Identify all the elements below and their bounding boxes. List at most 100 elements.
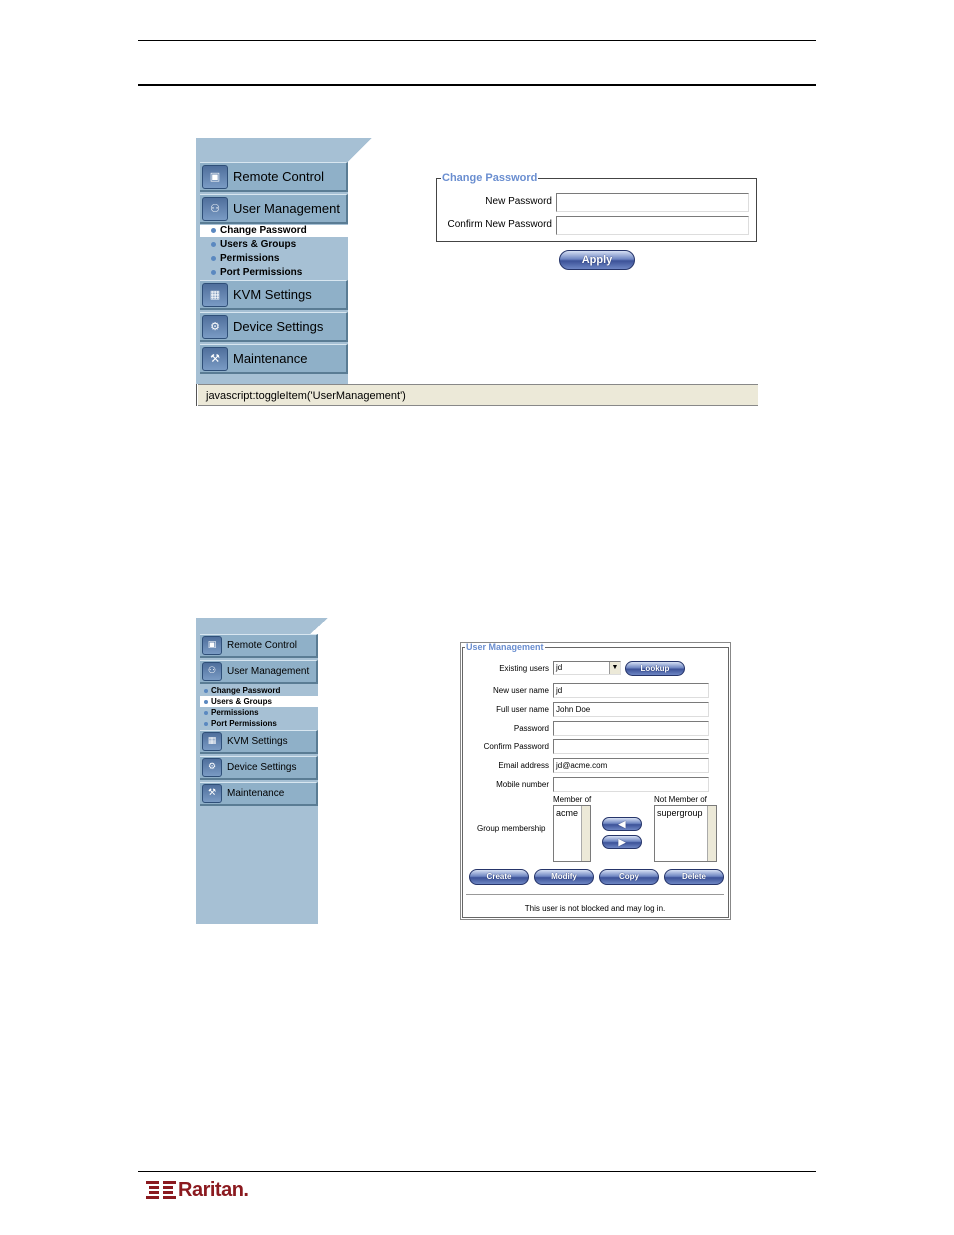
confirm-password-label: Confirm New Password xyxy=(447,219,552,230)
full-user-name-row: Full user name John Doe xyxy=(464,702,726,718)
new-password-row: New Password xyxy=(440,193,750,213)
existing-users-label: Existing users xyxy=(499,664,549,673)
submenu-change-password[interactable]: Change Password xyxy=(204,685,280,696)
screenshot-user-management: ▣ Remote Control ⚇ User Management Chang… xyxy=(196,618,732,924)
submenu-label: Change Password xyxy=(211,686,281,695)
keyboard-icon: ▦ xyxy=(202,282,228,307)
lookup-button[interactable]: Lookup xyxy=(625,661,685,676)
footer-rule xyxy=(138,1171,816,1172)
raritan-logo-text: Raritan. xyxy=(178,1178,249,1201)
copy-button[interactable]: Copy xyxy=(599,869,659,885)
sidebar-header xyxy=(196,618,310,634)
email-row: Email address jd@acme.com xyxy=(464,758,726,774)
submenu-port-permissions[interactable]: Port Permissions xyxy=(204,718,277,729)
submenu-label: Users & Groups xyxy=(220,239,297,250)
menu-kvm-settings[interactable]: ▦ KVM Settings xyxy=(200,280,348,310)
member-of-list[interactable]: acme xyxy=(553,805,591,862)
menu-remote-control[interactable]: ▣ Remote Control xyxy=(200,162,348,192)
chevron-down-icon[interactable]: ▼ xyxy=(609,662,620,674)
menu-user-management[interactable]: ⚇ User Management xyxy=(200,194,348,224)
menu-kvm-settings[interactable]: ▦ KVM Settings xyxy=(200,730,318,754)
submenu-users-groups[interactable]: Users & Groups xyxy=(211,238,296,251)
list-item[interactable]: supergroup xyxy=(657,808,714,818)
users-icon: ⚇ xyxy=(202,196,228,221)
create-button[interactable]: Create xyxy=(469,869,529,885)
email-input[interactable]: jd@acme.com xyxy=(553,758,709,773)
bullet-icon xyxy=(211,227,216,233)
sidebar-header-notch xyxy=(310,618,328,634)
submenu-port-permissions[interactable]: Port Permissions xyxy=(211,266,302,279)
submenu-label: Change Password xyxy=(220,225,307,236)
monitor-icon: ▣ xyxy=(202,636,222,655)
scrollbar[interactable] xyxy=(707,806,716,861)
user-status-note: This user is not blocked and may log in. xyxy=(524,904,666,913)
screenshot-change-password: ▣ Remote Control ⚇ User Management Chang… xyxy=(196,138,758,406)
menu-label: Maintenance xyxy=(233,351,308,366)
submenu-label: Permissions xyxy=(220,253,280,264)
user-management-legend: User Management xyxy=(466,642,544,652)
submenu-label: Port Permissions xyxy=(211,719,277,728)
submenu-permissions[interactable]: Permissions xyxy=(204,707,259,718)
monitor-icon: ▣ xyxy=(202,164,228,189)
bullet-icon xyxy=(211,269,216,275)
arrow-right-icon: ▶ xyxy=(618,837,626,847)
confirm-password-row: Confirm Password xyxy=(464,739,726,755)
password-row: Password xyxy=(464,721,726,737)
full-user-name-input[interactable]: John Doe xyxy=(553,702,709,717)
menu-user-management[interactable]: ⚇ User Management xyxy=(200,660,318,684)
header-rule-thin xyxy=(138,40,816,41)
new-user-name-label: New user name xyxy=(492,686,549,695)
submenu-permissions[interactable]: Permissions xyxy=(211,252,279,265)
submenu-users-groups[interactable]: Users & Groups xyxy=(204,696,272,707)
apply-button[interactable]: Apply xyxy=(559,250,635,270)
arrow-left-icon: ◀ xyxy=(618,819,626,829)
existing-users-select[interactable]: jd ▼ xyxy=(553,661,621,675)
full-user-name-label: Full user name xyxy=(496,705,549,714)
menu-device-settings[interactable]: ⚙ Device Settings xyxy=(200,312,348,342)
new-password-input[interactable] xyxy=(556,193,749,212)
bullet-icon xyxy=(204,710,208,715)
gears-icon: ⚙ xyxy=(202,758,222,777)
confirm-password-row: Confirm New Password xyxy=(440,216,750,236)
menu-maintenance[interactable]: ⚒ Maintenance xyxy=(200,344,348,374)
bullet-icon xyxy=(211,255,216,261)
users-icon: ⚇ xyxy=(202,662,222,681)
existing-users-row: Existing users jd ▼ Lookup xyxy=(464,661,726,677)
menu-label: Maintenance xyxy=(227,788,285,799)
submenu-label: Port Permissions xyxy=(220,267,303,278)
keyboard-icon: ▦ xyxy=(202,732,222,751)
password-label: Password xyxy=(513,724,549,733)
confirm-password-input[interactable] xyxy=(556,216,749,235)
bullet-icon xyxy=(204,721,208,726)
status-divider xyxy=(466,894,724,895)
menu-device-settings[interactable]: ⚙ Device Settings xyxy=(200,756,318,780)
modify-button[interactable]: Modify xyxy=(534,869,594,885)
menu-label: Device Settings xyxy=(227,762,297,773)
wrench-icon: ⚒ xyxy=(202,784,222,803)
mobile-input[interactable] xyxy=(553,777,709,792)
confirm-password-input[interactable] xyxy=(553,739,709,754)
not-member-of-list[interactable]: supergroup xyxy=(654,805,717,862)
submenu-label: Users & Groups xyxy=(211,697,272,706)
menu-label: Remote Control xyxy=(233,169,325,184)
submenu-change-password[interactable]: Change Password xyxy=(211,225,307,237)
raritan-logo-icon xyxy=(146,1180,176,1200)
mobile-row: Mobile number xyxy=(464,777,726,793)
browser-status-bar: javascript:toggleItem('UserManagement') xyxy=(198,384,758,406)
delete-button[interactable]: Delete xyxy=(664,869,724,885)
bullet-icon xyxy=(204,688,208,693)
gears-icon: ⚙ xyxy=(202,314,228,339)
scrollbar[interactable] xyxy=(581,806,590,861)
new-user-name-input[interactable]: jd xyxy=(553,683,709,698)
existing-users-value: jd xyxy=(556,663,563,672)
menu-label: KVM Settings xyxy=(233,287,312,302)
mobile-label: Mobile number xyxy=(496,780,549,789)
change-password-legend: Change Password xyxy=(442,172,538,184)
password-input[interactable] xyxy=(553,721,709,736)
new-user-name-row: New user name jd xyxy=(464,683,726,699)
add-to-group-button[interactable]: ◀ xyxy=(602,817,642,831)
menu-remote-control[interactable]: ▣ Remote Control xyxy=(200,634,318,658)
menu-label: User Management xyxy=(227,666,310,677)
remove-from-group-button[interactable]: ▶ xyxy=(602,835,642,849)
menu-maintenance[interactable]: ⚒ Maintenance xyxy=(200,782,318,806)
